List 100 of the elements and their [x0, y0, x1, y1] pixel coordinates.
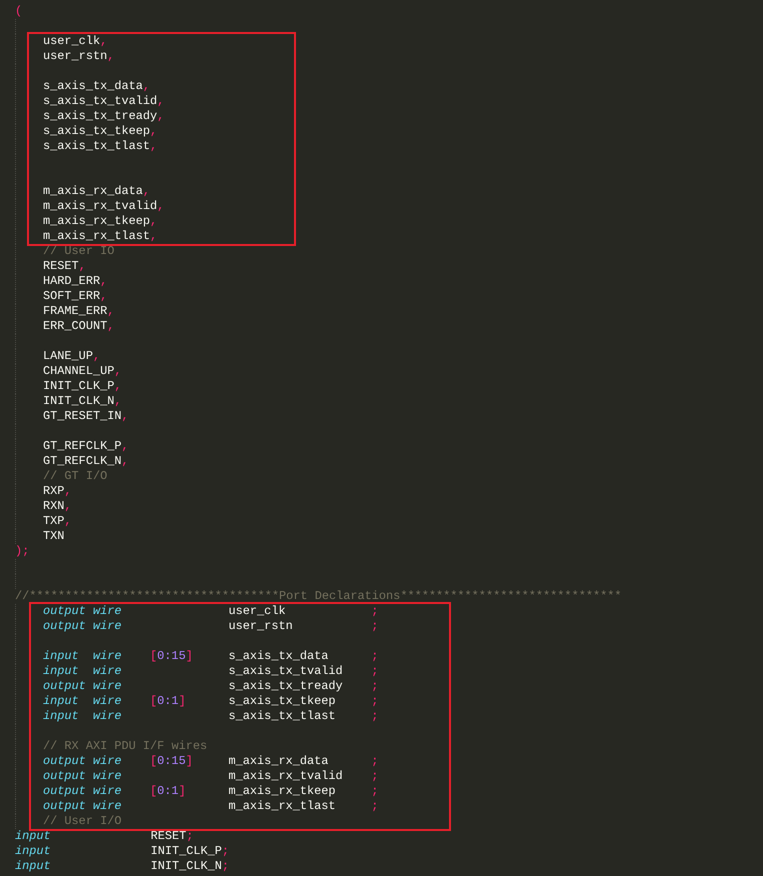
port-name: RXP — [43, 484, 64, 498]
code-punctuation: , — [114, 379, 122, 393]
code-keyword: wire — [92, 679, 122, 693]
code-keyword: wire — [92, 664, 122, 678]
port-name: CHANNEL_UP — [43, 364, 114, 378]
port-name: user_clk — [228, 604, 286, 618]
code-punctuation: ; — [371, 649, 378, 663]
port-name: s_axis_tx_tkeep — [43, 124, 150, 138]
port-name: m_axis_rx_tlast — [228, 799, 336, 813]
code-punctuation: ] — [178, 694, 186, 708]
code-punctuation: , — [64, 514, 72, 528]
port-name: m_axis_rx_tvalid — [43, 199, 158, 213]
code-keyword: input — [43, 709, 79, 723]
port-name: m_axis_rx_tkeep — [228, 784, 336, 798]
port-name: s_axis_tx_data — [228, 649, 328, 663]
code-comment: //***********************************Port Declarations******************************* — [15, 589, 622, 603]
port-name: m_axis_rx_tkeep — [43, 214, 150, 228]
port-name: s_axis_tx_tvalid — [228, 664, 343, 678]
code-keyword: wire — [92, 769, 122, 783]
code-punctuation: , — [100, 274, 108, 288]
code-keyword: input — [15, 844, 51, 858]
code-keyword: output — [43, 784, 86, 798]
code-keyword: wire — [92, 604, 122, 618]
port-name: m_axis_rx_tvalid — [228, 769, 343, 783]
port-name: RESET — [43, 259, 79, 273]
port-name: s_axis_tx_tready — [43, 109, 158, 123]
code-punctuation: ; — [222, 859, 230, 873]
port-name: s_axis_tx_data — [43, 79, 143, 93]
port-name: RESET — [150, 829, 186, 843]
code-punctuation: , — [150, 139, 158, 153]
code-number: 0:15 — [157, 754, 186, 768]
code-keyword: wire — [92, 694, 122, 708]
code-punctuation: [ — [150, 784, 158, 798]
code-keyword: wire — [92, 784, 122, 798]
code-punctuation: , — [100, 34, 108, 48]
code-number: 0:1 — [157, 694, 179, 708]
code-comment: // GT I/O — [43, 469, 108, 483]
code-comment: // User I/O — [43, 814, 122, 828]
code-punctuation: , — [150, 229, 158, 243]
port-name: RXN — [43, 499, 64, 513]
port-name: s_axis_tx_tlast — [228, 709, 336, 723]
code-punctuation: ); — [15, 544, 30, 558]
code-punctuation: , — [142, 79, 150, 93]
code-keyword: wire — [92, 649, 122, 663]
code-punctuation: , — [114, 364, 122, 378]
code-punctuation: , — [114, 394, 122, 408]
code-punctuation: ] — [186, 754, 193, 768]
port-name: s_axis_tx_tvalid — [43, 94, 158, 108]
port-name: s_axis_tx_tlast — [43, 139, 150, 153]
port-name: ERR_COUNT — [43, 319, 108, 333]
code-punctuation: , — [142, 184, 150, 198]
code-keyword: output — [43, 619, 86, 633]
code-keyword: input — [15, 859, 51, 873]
code-punctuation: , — [157, 199, 164, 213]
code-punctuation: , — [107, 49, 114, 63]
code-keyword: output — [43, 769, 86, 783]
port-name: user_rstn — [228, 619, 293, 633]
code-punctuation: , — [150, 124, 158, 138]
code-keyword: output — [43, 754, 86, 768]
code-punctuation: ; — [371, 799, 378, 813]
port-name: LANE_UP — [43, 349, 93, 363]
code-punctuation: ; — [371, 769, 378, 783]
code-punctuation: , — [64, 484, 72, 498]
port-name: m_axis_rx_data — [43, 184, 143, 198]
port-name: INIT_CLK_P — [43, 379, 114, 393]
code-keyword: wire — [92, 709, 122, 723]
code-punctuation: , — [122, 439, 129, 453]
code-punctuation: [ — [150, 649, 158, 663]
port-name: m_axis_rx_tlast — [43, 229, 150, 243]
code-punctuation: ; — [371, 709, 378, 723]
port-name: user_rstn — [43, 49, 108, 63]
port-name: FRAME_ERR — [43, 304, 108, 318]
code-number: 0:1 — [157, 784, 179, 798]
port-name: TXN — [43, 529, 64, 543]
code-keyword: input — [43, 694, 79, 708]
code-punctuation: ; — [371, 619, 378, 633]
code-punctuation: , — [100, 289, 108, 303]
code-comment: // RX AXI PDU I/F wires — [43, 739, 208, 753]
code-punctuation: , — [78, 259, 86, 273]
code-keyword: input — [15, 829, 51, 843]
code-keyword: output — [43, 604, 86, 618]
code-punctuation: ] — [178, 784, 186, 798]
port-name: TXP — [43, 514, 64, 528]
code-punctuation: ; — [371, 784, 378, 798]
code-keyword: wire — [92, 754, 122, 768]
code-punctuation: ; — [371, 754, 378, 768]
port-name: INIT_CLK_P — [150, 844, 222, 858]
code-punctuation: , — [92, 349, 100, 363]
code-punctuation: , — [157, 94, 164, 108]
port-name: INIT_CLK_N — [150, 859, 222, 873]
code-punctuation: ; — [371, 694, 378, 708]
port-name: SOFT_ERR — [43, 289, 100, 303]
code-punctuation: ] — [186, 649, 193, 663]
code-keyword: wire — [92, 799, 122, 813]
code-punctuation: ; — [222, 844, 230, 858]
code-punctuation: ( — [15, 4, 22, 18]
code-comment: // User IO — [43, 244, 114, 258]
code-punctuation: ; — [371, 664, 378, 678]
port-name: GT_RESET_IN — [43, 409, 122, 423]
code-punctuation: [ — [150, 754, 158, 768]
